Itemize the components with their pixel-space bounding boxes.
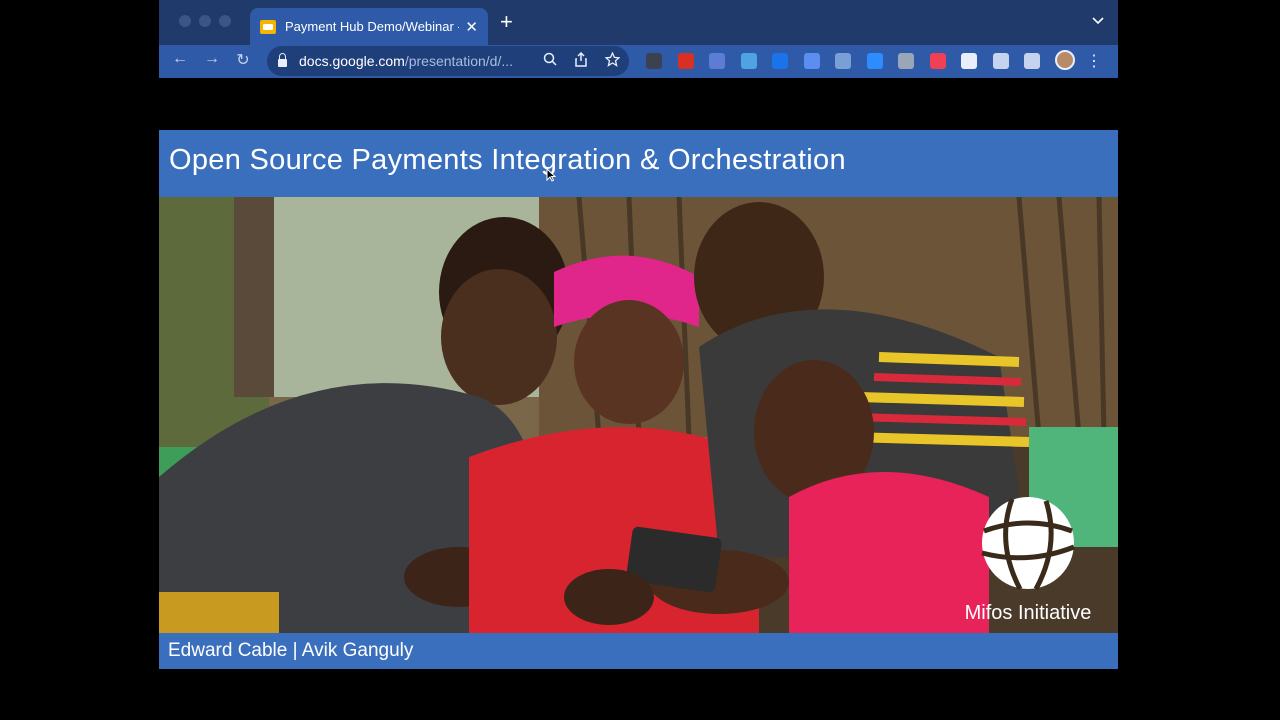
lock-icon — [278, 53, 287, 67]
slide-footer-band: Edward Cable | Avik Ganguly — [159, 633, 1118, 669]
zoom-extension-icon[interactable] — [866, 53, 883, 69]
f10-extension-icon[interactable] — [646, 53, 662, 69]
share-icon[interactable] — [574, 51, 588, 70]
tab-payment-hub-demo[interactable]: Payment Hub Demo/Webinar - ✕ — [250, 8, 488, 45]
link-extension-icon[interactable] — [835, 53, 851, 69]
profile-avatar[interactable] — [1055, 50, 1075, 70]
bookmark-extension-icon[interactable] — [803, 53, 820, 69]
puzzle-extensions-icon[interactable] — [992, 53, 1009, 69]
bookmark-star-icon[interactable] — [604, 51, 621, 70]
browser-toolbar: ← → ↻ docs.google.com /presentation/d/..… — [159, 45, 1118, 78]
gmail-icon[interactable] — [677, 53, 694, 69]
calendar-extension-icon[interactable] — [709, 53, 725, 69]
cup-extension-icon[interactable] — [898, 53, 914, 69]
slide-title-band: Open Source Payments Integration & Orche… — [159, 130, 1118, 197]
new-tab-button[interactable]: + — [500, 11, 513, 33]
tab-title: Payment Hub Demo/Webinar - — [285, 19, 460, 34]
chevron-down-icon[interactable] — [1092, 14, 1104, 28]
slides-favicon-icon — [260, 19, 276, 34]
logo-text: Mifos Initiative — [964, 602, 1092, 624]
zoom-search-icon[interactable] — [543, 52, 557, 69]
back-button[interactable]: ← — [169, 50, 191, 68]
speakers-text: Edward Cable | Avik Ganguly — [168, 640, 414, 661]
slide-title: Open Source Payments Integration & Orche… — [169, 144, 846, 176]
sidebar-icon[interactable] — [1024, 53, 1040, 69]
reload-button[interactable]: ↻ — [232, 50, 254, 70]
maximize-window-button[interactable] — [219, 15, 231, 27]
address-bar[interactable]: docs.google.com /presentation/d/... — [267, 46, 629, 76]
sync-extension-icon[interactable] — [772, 53, 788, 69]
slide-letterbox-top — [159, 78, 1118, 130]
forward-button[interactable]: → — [201, 50, 223, 68]
browser-window: Payment Hub Demo/Webinar - ✕ + ← → ↻ doc… — [159, 0, 1118, 720]
pocket-icon[interactable] — [929, 53, 946, 69]
browser-menu-icon[interactable]: ⋮ — [1086, 51, 1102, 71]
close-window-button[interactable] — [179, 15, 191, 27]
mifos-logo: Mifos Initiative — [958, 495, 1098, 625]
slide-photo: Mifos Initiative — [159, 197, 1118, 633]
url-host: docs.google.com — [299, 53, 405, 69]
record-extension-icon[interactable] — [961, 53, 977, 69]
mifos-globe-icon — [981, 497, 1075, 591]
url-path: /presentation/d/... — [404, 53, 514, 69]
minimize-window-button[interactable] — [199, 15, 211, 27]
mouse-cursor-icon — [546, 167, 557, 187]
tab-strip: Payment Hub Demo/Webinar - ✕ + — [159, 0, 1118, 45]
close-icon[interactable]: ✕ — [465, 18, 478, 36]
cloud-extension-icon[interactable] — [740, 53, 757, 69]
